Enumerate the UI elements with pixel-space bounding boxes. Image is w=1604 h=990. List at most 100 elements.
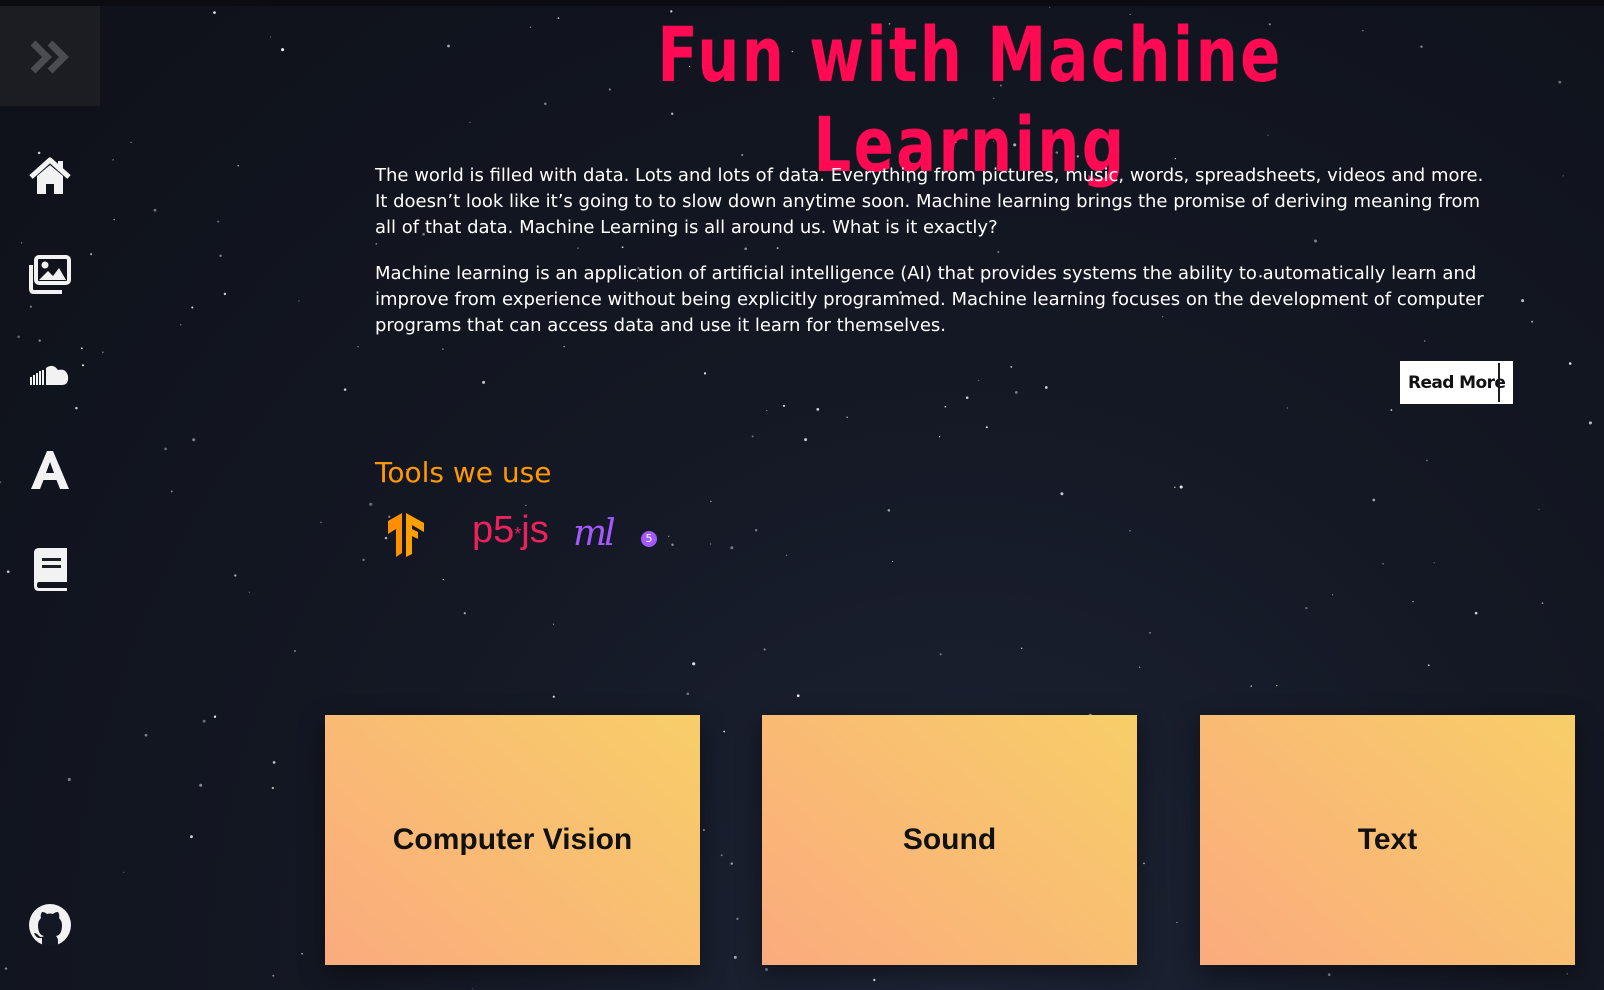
read-more-button[interactable]: Read More (1400, 361, 1513, 404)
star (1558, 80, 1562, 84)
star (190, 835, 193, 839)
star (164, 447, 167, 451)
star (733, 955, 737, 959)
star (217, 220, 220, 223)
star (301, 953, 303, 955)
star (785, 554, 788, 556)
star (112, 159, 114, 161)
star (782, 404, 786, 407)
ml5-badge: 5 (641, 531, 657, 547)
star (357, 345, 359, 348)
star (123, 871, 125, 873)
star (720, 854, 723, 857)
star (965, 396, 969, 400)
star (985, 426, 988, 429)
star (1424, 340, 1426, 342)
star (1014, 390, 1018, 394)
star (213, 11, 216, 14)
github-link[interactable] (27, 902, 73, 948)
star (763, 648, 766, 651)
star (766, 409, 768, 412)
star (723, 730, 725, 733)
star (369, 502, 373, 506)
star (320, 521, 322, 524)
star (447, 44, 450, 48)
star (667, 535, 670, 538)
star (237, 164, 239, 167)
sidebar-item-text[interactable] (27, 447, 73, 493)
star (113, 218, 115, 221)
card-text[interactable]: Text (1200, 715, 1575, 965)
star (1426, 459, 1428, 462)
star (846, 416, 848, 418)
sidebar-item-sound[interactable] (27, 349, 73, 395)
star (1538, 508, 1540, 510)
star (710, 543, 712, 545)
star (213, 715, 217, 718)
sidebar-item-book[interactable] (27, 546, 73, 592)
home-icon (29, 157, 71, 194)
card-computer-vision[interactable]: Computer Vision (325, 715, 700, 965)
star (272, 761, 276, 764)
star (375, 242, 378, 245)
sidebar-item-images[interactable] (27, 252, 73, 298)
star (730, 546, 734, 550)
book-icon (34, 548, 67, 591)
star (271, 786, 274, 790)
star (730, 862, 733, 865)
star (1139, 666, 1141, 668)
star (153, 208, 157, 212)
star (1179, 485, 1183, 489)
star (873, 978, 876, 982)
star (130, 141, 132, 144)
star (671, 543, 674, 547)
star (270, 36, 272, 38)
star (1276, 684, 1278, 687)
star (202, 719, 206, 723)
star (703, 372, 707, 375)
star (1010, 366, 1013, 368)
star (272, 974, 275, 977)
p5js-logo: p5*js (472, 508, 549, 556)
star (736, 917, 739, 921)
star (939, 436, 941, 438)
star (754, 528, 758, 532)
star (219, 254, 222, 257)
sidebar-item-home[interactable] (27, 154, 73, 200)
star (1390, 409, 1393, 411)
card-label: Computer Vision (392, 823, 633, 856)
p5-logo-suffix: js (521, 509, 549, 551)
star (751, 435, 754, 438)
star (248, 591, 250, 593)
star (191, 306, 194, 309)
star (471, 988, 473, 990)
star (192, 438, 196, 442)
star (1372, 498, 1376, 502)
star (469, 121, 471, 124)
star (563, 346, 565, 348)
definition-paragraph: Machine learning is an application of ar… (375, 263, 1484, 336)
sidebar-expand-button[interactable] (0, 6, 100, 106)
star (887, 508, 891, 512)
card-label: Sound (902, 823, 997, 856)
star (1327, 973, 1331, 976)
star (362, 558, 365, 562)
star (1420, 45, 1423, 48)
card-sound[interactable]: Sound (762, 715, 1137, 965)
star (710, 500, 712, 502)
star (776, 247, 779, 250)
star (298, 300, 300, 302)
star (1020, 647, 1023, 650)
star (1541, 602, 1544, 604)
star (294, 650, 296, 652)
star (1332, 594, 1334, 596)
p5-logo-text: p5 (472, 509, 515, 551)
intro-paragraph: The world is filled with data. Lots and … (375, 165, 1484, 238)
star (1176, 921, 1178, 923)
star (978, 379, 980, 381)
images-icon (29, 255, 71, 294)
font-icon (31, 451, 69, 489)
star (525, 504, 527, 506)
star (1286, 407, 1288, 409)
double-chevron-right-icon (31, 40, 69, 74)
